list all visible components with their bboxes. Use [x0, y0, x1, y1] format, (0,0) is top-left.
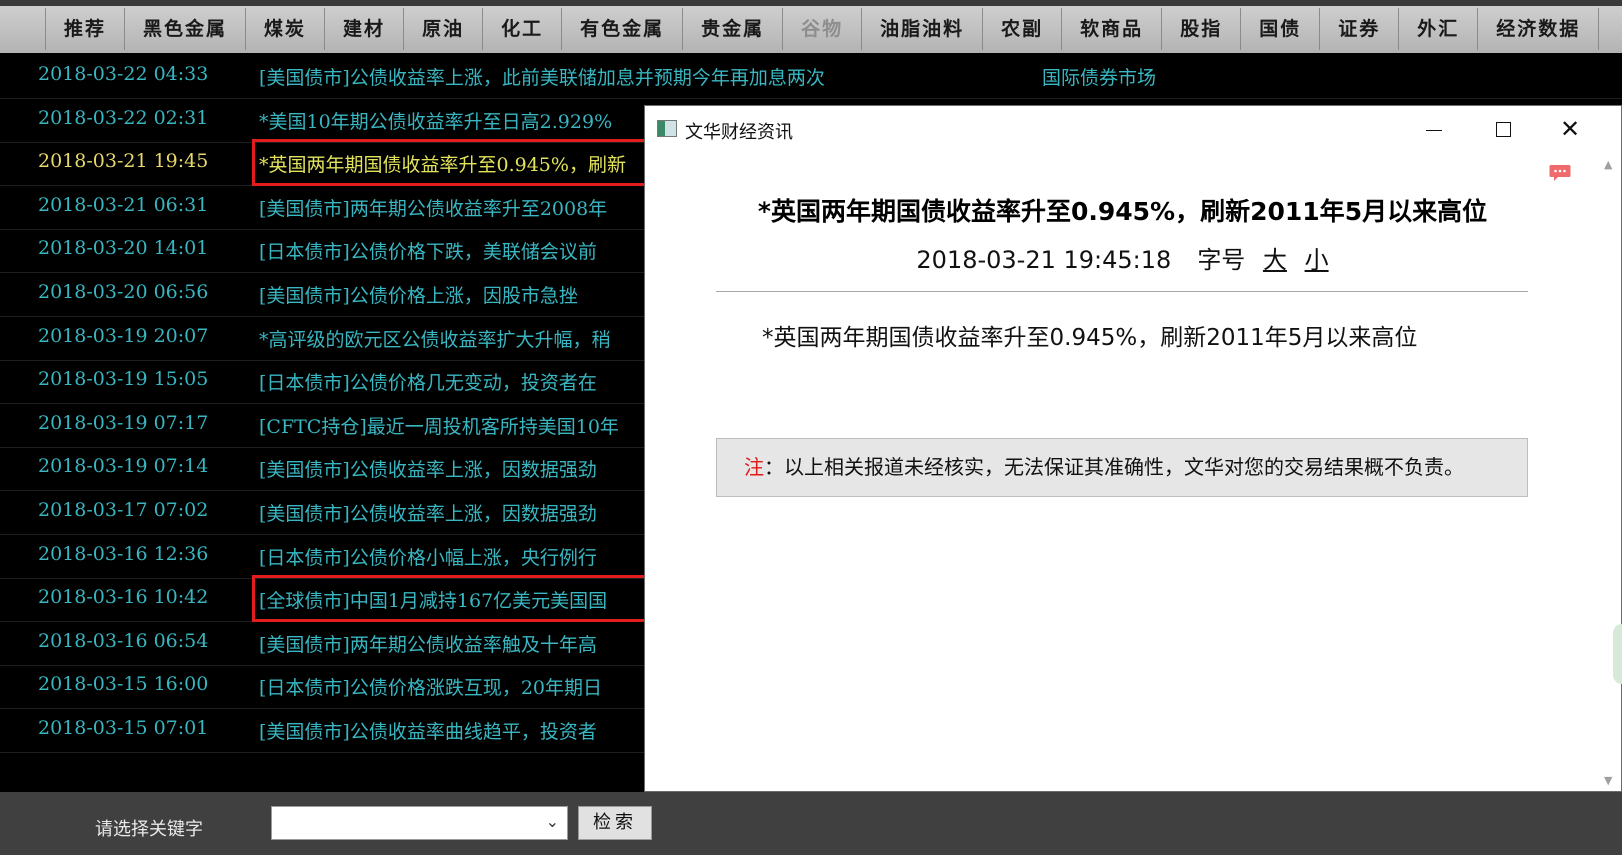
comment-icon[interactable] [1549, 164, 1571, 182]
article-meta: 2018-03-21 19:45:18 字号 大 小 [645, 240, 1600, 275]
news-time: 2018-03-20 06:56 [38, 281, 209, 303]
news-time: 2018-03-17 07:02 [38, 499, 209, 521]
news-time: 2018-03-21 06:31 [38, 193, 209, 216]
tab-11[interactable]: 软商品 [1061, 8, 1161, 50]
news-time: 2018-03-20 14:01 [38, 237, 209, 260]
close-icon[interactable]: ✕ [1547, 114, 1593, 144]
font-small-link[interactable]: 小 [1305, 246, 1329, 274]
news-detail-window: 文华财经资讯 ✕ ▲ ▼ *英国两年期国债收益率升至0.945%，刷新2011年… [644, 105, 1622, 792]
disclaimer-note: 注：以上相关报道未经核实，无法保证其准确性，文华对您的交易结果概不负责。 [716, 438, 1528, 497]
window-titlebar[interactable]: 文华财经资讯 ✕ [645, 106, 1621, 154]
search-button[interactable]: 检索 [578, 806, 652, 840]
news-time: 2018-03-16 06:54 [38, 629, 209, 652]
news-row[interactable]: 2018-03-22 04:33 [美国债市]公债收益率上涨，此前美联储加息并预期… [0, 53, 1622, 99]
news-category: 国际债券市场 [1042, 67, 1157, 89]
news-headline[interactable]: [全球债市]中国1月减持167亿美元美国国 [259, 586, 607, 613]
news-time: 2018-03-16 12:36 [38, 542, 209, 565]
tab-15[interactable]: 外汇 [1398, 8, 1477, 50]
maximize-icon[interactable] [1480, 114, 1526, 144]
news-headline[interactable]: [美国债市]公债收益率上涨，此前美联储加息并预期今年再加息两次 [259, 63, 825, 90]
news-headline[interactable]: [美国债市]公债收益率上涨，因数据强劲 [259, 499, 597, 526]
tab-8[interactable]: 谷物 [782, 8, 861, 50]
category-tabs: 推荐 黑色金属 煤炭 建材 原油 化工 有色金属 贵金属 谷物 油脂油料 农副 软商品 股指 国债 证券 外汇… [45, 8, 1600, 50]
news-headline[interactable]: [美国债市]两年期公债收益率触及十年高 [259, 630, 597, 657]
news-time: 2018-03-19 20:07 [38, 324, 209, 347]
chevron-down-icon[interactable]: ⌄ [546, 812, 559, 831]
top-strip [0, 0, 1622, 6]
tab-7[interactable]: 贵金属 [682, 8, 782, 50]
note-text: ：以上相关报道未经核实，无法保证其准确性，文华对您的交易结果概不负责。 [764, 455, 1464, 479]
tab-2[interactable]: 煤炭 [245, 8, 324, 50]
tab-10[interactable]: 农副 [982, 8, 1061, 50]
tab-9[interactable]: 油脂油料 [861, 8, 982, 50]
window-title: 文华财经资讯 [685, 122, 793, 143]
divider [716, 291, 1528, 292]
news-time: 2018-03-19 07:17 [38, 411, 209, 434]
news-headline[interactable]: [日本债市]公债价格小幅上涨，央行例行 [259, 543, 597, 570]
scroll-up-icon[interactable]: ▲ [1604, 158, 1612, 171]
news-headline[interactable]: [美国债市]两年期公债收益率升至2008年 [259, 194, 607, 221]
tab-0[interactable]: 推荐 [45, 8, 124, 50]
article-datetime: 2018-03-21 19:45:18 [916, 246, 1172, 274]
news-headline[interactable]: [日本债市]公债价格几无变动，投资者在 [259, 368, 597, 395]
news-time: 2018-03-22 04:33 [38, 63, 209, 85]
scroll-down-icon[interactable]: ▼ [1604, 774, 1612, 787]
app-icon [657, 120, 677, 137]
minimize-icon[interactable] [1411, 114, 1457, 144]
note-prefix: 注 [744, 455, 764, 479]
news-headline[interactable]: *英国两年期国债收益率升至0.945%，刷新 [259, 150, 626, 177]
tab-6[interactable]: 有色金属 [561, 8, 682, 50]
tab-4[interactable]: 原油 [403, 8, 482, 50]
tab-1[interactable]: 黑色金属 [124, 8, 245, 50]
tab-16[interactable]: 经济数据 [1477, 8, 1600, 50]
keyword-label: 请选择关键字 [95, 819, 203, 840]
font-large-link[interactable]: 大 [1263, 246, 1287, 274]
news-time: 2018-03-15 07:01 [38, 717, 209, 739]
tab-3[interactable]: 建材 [324, 8, 403, 50]
news-time: 2018-03-19 07:14 [38, 455, 209, 478]
article-title: *英国两年期国债收益率升至0.945%，刷新2011年5月以来高位 [757, 197, 1488, 226]
tab-12[interactable]: 股指 [1161, 8, 1240, 50]
font-size-label: 字号 [1197, 246, 1246, 274]
keyword-select[interactable]: ⌄ [271, 806, 568, 840]
news-time: 2018-03-19 15:05 [38, 368, 209, 391]
news-time: 2018-03-16 10:42 [38, 586, 209, 609]
news-time: 2018-03-15 16:00 [38, 673, 209, 696]
bottom-toolbar: 请选择关键字 ⌄ 检索 [0, 792, 1622, 855]
news-time: 2018-03-21 19:45 [38, 150, 209, 173]
news-headline[interactable]: [日本债市]公债价格涨跌互现，20年期日 [259, 673, 602, 700]
scrollbar[interactable]: ▲ ▼ [1600, 154, 1621, 791]
news-headline[interactable]: *美国10年期公债收益率升至日高2.929% [259, 107, 612, 134]
category-bar: 推荐 黑色金属 煤炭 建材 原油 化工 有色金属 贵金属 谷物 油脂油料 农副 软商品 股指 国债 证券 外汇… [0, 0, 1622, 54]
news-headline[interactable]: *高评级的欧元区公债收益率扩大升幅，稍 [259, 325, 611, 352]
tab-5[interactable]: 化工 [482, 8, 561, 50]
news-headline[interactable]: [美国债市]公债收益率上涨，因数据强劲 [259, 455, 597, 482]
side-widget-edge[interactable] [1613, 624, 1622, 684]
article-body: *英国两年期国债收益率升至0.945%，刷新2011年5月以来高位 [762, 325, 1418, 351]
news-headline[interactable]: [美国债市]公债收益率曲线趋平，投资者 [259, 717, 597, 744]
news-headline[interactable]: [美国债市]公债价格上涨，因股市急挫 [259, 281, 578, 308]
news-headline[interactable]: [日本债市]公债价格下跌，美联储会议前 [259, 237, 597, 264]
tab-13[interactable]: 国债 [1240, 8, 1319, 50]
news-headline[interactable]: [CFTC持仓]最近一周投机客所持美国10年 [259, 412, 619, 439]
news-time: 2018-03-22 02:31 [38, 106, 209, 129]
tab-14[interactable]: 证券 [1319, 8, 1398, 50]
